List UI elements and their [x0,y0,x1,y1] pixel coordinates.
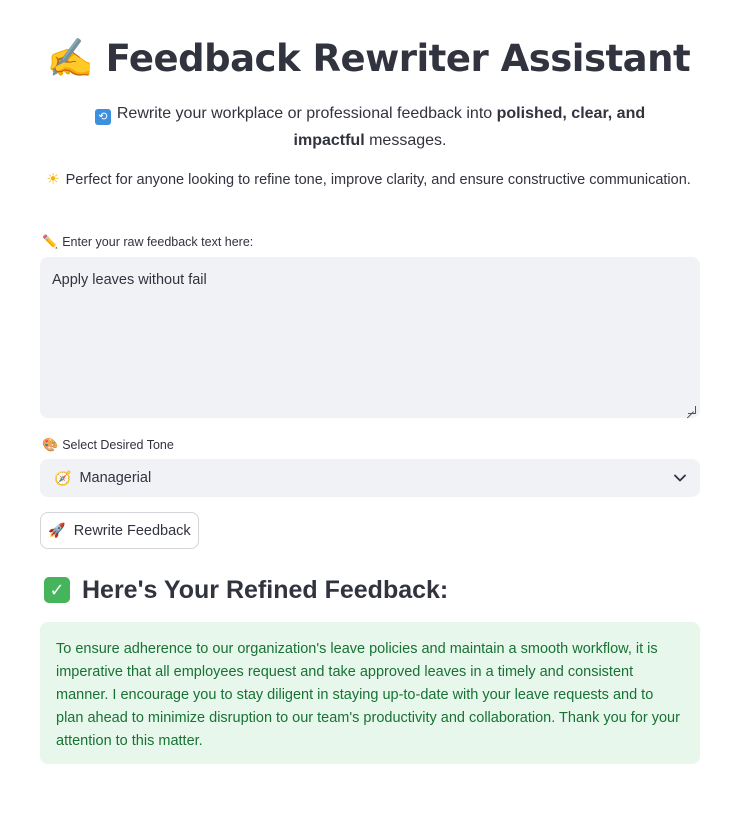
refresh-icon: ⟲ [94,109,111,125]
check-mark-icon: ✓ [44,577,70,603]
refined-feedback-text: To ensure adherence to our organization'… [56,641,680,749]
compass-icon: 🧭 [54,469,72,486]
tone-select-label-text: Select Desired Tone [62,438,174,452]
rewrite-feedback-button[interactable]: 🚀 Rewrite Feedback [40,512,199,549]
feedback-textarea-value: Apply leaves without fail [52,272,207,288]
refined-feedback-box: To ensure adherence to our organization'… [40,622,700,764]
tone-select[interactable]: 🧭 Managerial [40,459,700,497]
feedback-textarea[interactable]: Apply leaves without fail [40,257,700,418]
app-page: ✍️ Feedback Rewriter Assistant ⟲ Rewrite y… [0,0,737,813]
tagline: ☀ Perfect for anyone looking to refine to… [0,170,737,190]
palette-icon: 🎨 [42,437,59,452]
subtitle-post: messages. [364,132,447,149]
feedback-input-label: ✏️ Enter your raw feedback text here: [42,234,253,250]
feedback-input-label-text: Enter your raw feedback text here: [62,235,254,249]
writing-hand-icon: ✍️ [46,36,94,80]
tagline-text: Perfect for anyone looking to refine ton… [65,172,691,188]
result-heading: ✓ Here's Your Refined Feedback: [44,574,448,606]
rocket-icon: 🚀 [48,522,66,538]
result-heading-text: Here's Your Refined Feedback: [82,576,449,604]
resize-handle-icon[interactable] [688,406,696,414]
tone-select-label: 🎨 Select Desired Tone [42,437,174,453]
subtitle-pre: Rewrite your workplace or professional f… [116,105,497,122]
tone-select-value: Managerial [79,470,152,486]
rewrite-feedback-button-label: Rewrite Feedback [73,522,191,539]
page-title-text: Feedback Rewriter Assistant [105,37,691,80]
sun-icon: ☀ [46,171,60,188]
page-title: ✍️ Feedback Rewriter Assistant [0,34,737,83]
pencil-icon: ✏️ [42,234,59,249]
chevron-down-icon[interactable] [674,471,686,485]
subtitle: ⟲ Rewrite your workplace or professional … [60,100,680,154]
